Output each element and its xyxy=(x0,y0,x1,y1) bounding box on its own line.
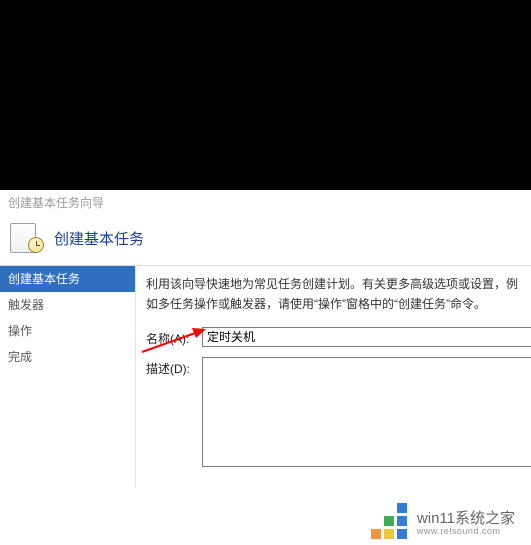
wizard-main-pane: 利用该向导快速地为常见任务创建计划。有关更多高级选项或设置，例如多任务操作或触发… xyxy=(135,266,531,487)
top-black-region xyxy=(0,0,531,190)
sidebar-item-label: 操作 xyxy=(8,324,32,338)
sidebar-item-label: 触发器 xyxy=(8,298,44,312)
wizard-header: 创建基本任务 xyxy=(0,215,531,265)
wizard-steps-sidebar: 创建基本任务 触发器 操作 完成 xyxy=(0,266,135,487)
task-wizard-icon xyxy=(10,223,44,253)
sidebar-item-label: 完成 xyxy=(8,350,32,364)
watermark-logo-icon xyxy=(371,503,407,539)
watermark-url: www.relsound.com xyxy=(417,526,515,536)
name-input[interactable] xyxy=(202,327,531,347)
description-input[interactable] xyxy=(202,357,531,467)
sidebar-step-create-basic-task[interactable]: 创建基本任务 xyxy=(0,266,135,292)
wizard-heading: 创建基本任务 xyxy=(54,228,144,249)
sidebar-step-action[interactable]: 操作 xyxy=(0,318,135,344)
window-title: 创建基本任务向导 xyxy=(0,190,531,215)
wizard-intro-text: 利用该向导快速地为常见任务创建计划。有关更多高级选项或设置，例如多任务操作或触发… xyxy=(146,274,531,315)
description-label: 描述(D): xyxy=(146,357,196,377)
sidebar-step-trigger[interactable]: 触发器 xyxy=(0,292,135,318)
sidebar-item-label: 创建基本任务 xyxy=(8,272,80,286)
watermark-brand: win11系统之家 xyxy=(417,510,515,527)
name-row: 名称(A): xyxy=(146,327,531,347)
name-label: 名称(A): xyxy=(146,327,196,347)
wizard-body: 创建基本任务 触发器 操作 完成 利用该向导快速地为常见任务创建计划。有关更多高… xyxy=(0,265,531,487)
description-row: 描述(D): xyxy=(146,357,531,467)
watermark: win11系统之家 www.relsound.com xyxy=(371,503,515,539)
sidebar-step-finish[interactable]: 完成 xyxy=(0,344,135,370)
